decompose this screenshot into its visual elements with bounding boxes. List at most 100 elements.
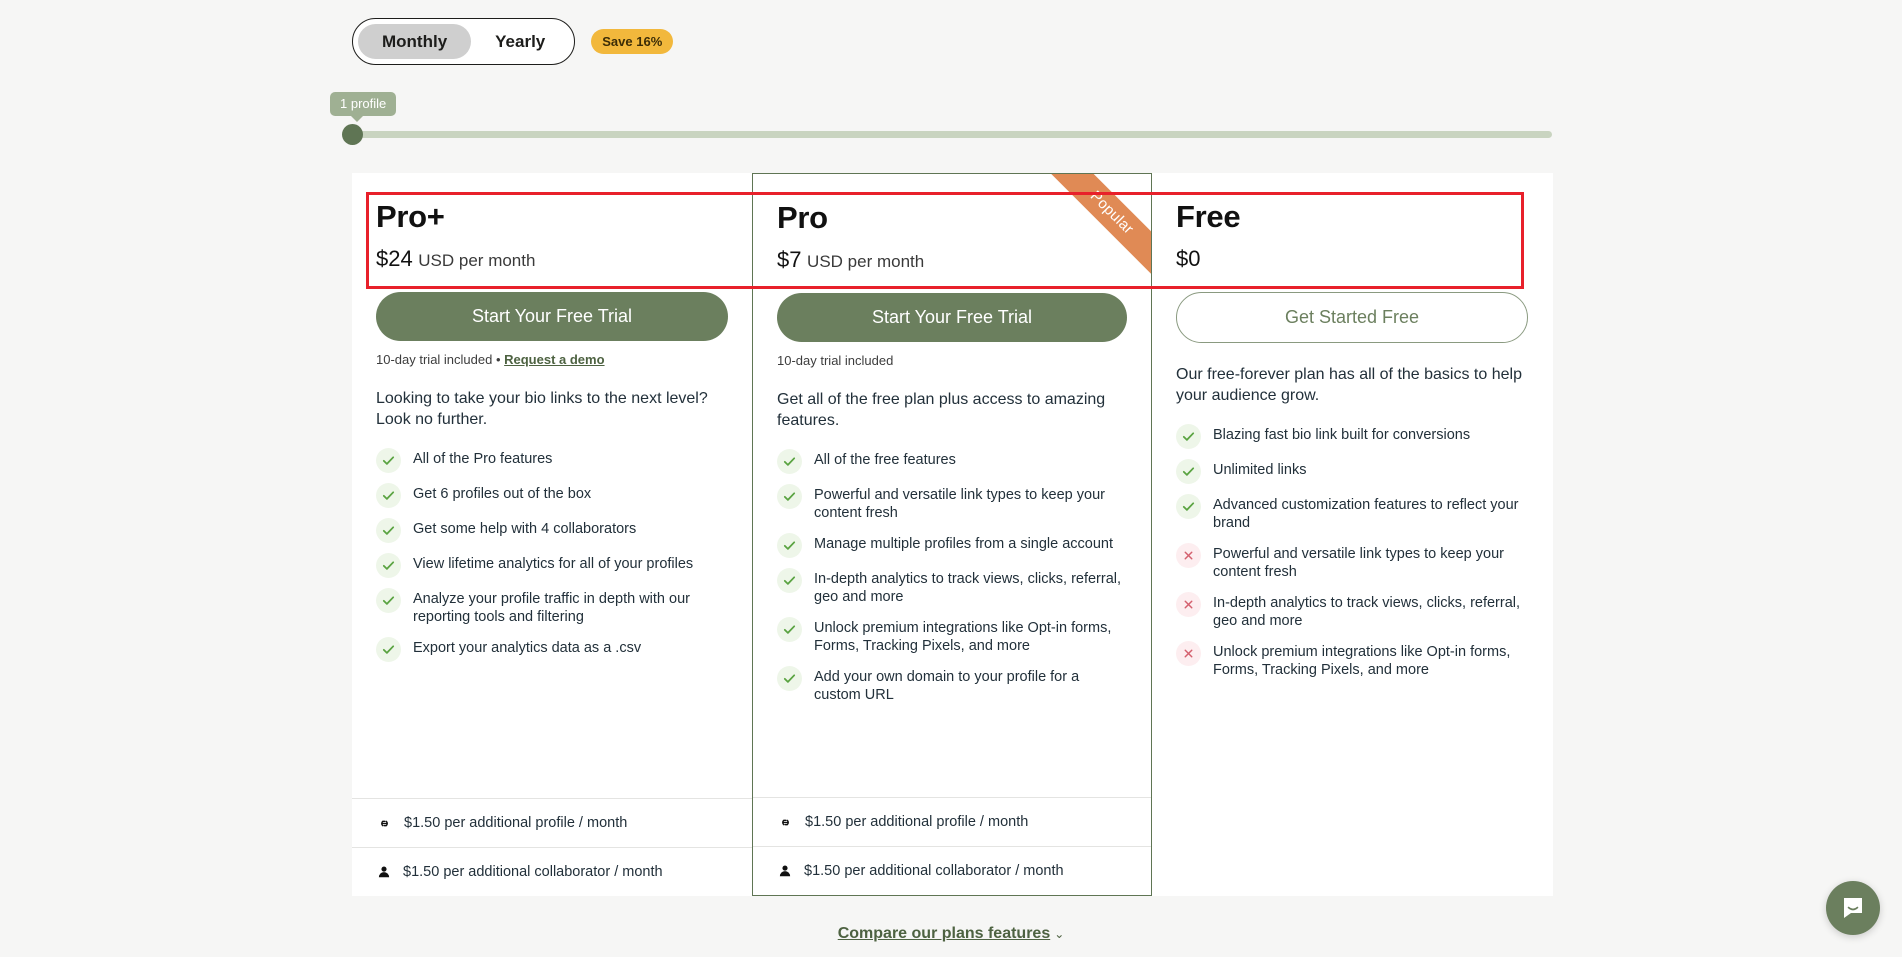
feature-label: Powerful and versatile link types to kee… xyxy=(1213,545,1504,581)
check-icon xyxy=(382,645,395,654)
addon-label: $1.50 per additional profile / month xyxy=(805,814,1029,830)
feature-label: Manage multiple profiles from a single a… xyxy=(814,535,1114,552)
plan-price-amount: $24 xyxy=(376,246,413,271)
plan-header: Pro+ $24 USD per month xyxy=(352,173,752,272)
slider-track[interactable] xyxy=(352,131,1552,138)
check-icon xyxy=(783,492,796,501)
plan-price: $24 USD per month xyxy=(376,246,728,272)
feature-item: View lifetime analytics for all of your … xyxy=(376,552,728,578)
plan-trial-text: 10-day trial included xyxy=(777,353,894,368)
feature-item: In-depth analytics to track views, click… xyxy=(777,567,1127,607)
addon-row: $1.50 per additional profile / month xyxy=(352,798,752,847)
feature-label: Blazing fast bio link built for conversi… xyxy=(1213,426,1471,443)
slider-value-tooltip: 1 profile xyxy=(330,92,397,122)
feature-item: Manage multiple profiles from a single a… xyxy=(777,532,1127,558)
plan-feature-list: All of the free features Powerful and ver… xyxy=(753,432,1151,797)
plan-cta-button[interactable]: Start Your Free Trial xyxy=(777,293,1127,342)
plan-trial-note: 10-day trial included xyxy=(777,353,1127,368)
feature-label: View lifetime analytics for all of your … xyxy=(413,555,694,572)
plan-cta-wrap: Start Your Free Trial 10-day trial includ… xyxy=(753,273,1151,368)
addon-spacer xyxy=(1152,798,1552,847)
check-icon-badge xyxy=(376,517,401,543)
billing-period-toggle-row: Monthly Yearly Save 16% xyxy=(352,18,674,65)
check-icon-badge xyxy=(1176,423,1201,449)
feature-label: Unlimited links xyxy=(1213,461,1307,478)
request-demo-link[interactable]: Request a demo xyxy=(504,352,604,367)
pricing-panel: Pro+ $24 USD per month Start Your Free Tri… xyxy=(352,173,1553,896)
feature-item: All of the Pro features xyxy=(376,447,728,473)
plan-price-amount: $0 xyxy=(1176,246,1201,271)
plan-cta-button[interactable]: Start Your Free Trial xyxy=(376,292,728,341)
check-icon-badge xyxy=(1176,493,1201,519)
addon-row: $1.50 per additional collaborator / mont… xyxy=(352,847,752,896)
plan-addons: $1.50 per additional profile / month $1.5… xyxy=(352,798,752,896)
cross-icon xyxy=(1184,551,1193,560)
check-icon xyxy=(783,576,796,585)
addon-row: $1.50 per additional collaborator / mont… xyxy=(753,846,1151,895)
feature-item: Analyze your profile traffic in depth wi… xyxy=(376,587,728,627)
plan-price: $7 USD per month xyxy=(777,247,1127,273)
check-icon-badge xyxy=(1176,458,1201,484)
check-icon xyxy=(382,526,395,535)
feature-label: Powerful and versatile link types to kee… xyxy=(814,486,1105,522)
slider-thumb[interactable] xyxy=(342,124,363,145)
feature-item: Powerful and versatile link types to kee… xyxy=(1176,542,1528,582)
check-icon xyxy=(1182,467,1195,476)
check-icon-badge xyxy=(376,552,401,578)
feature-item: In-depth analytics to track views, click… xyxy=(1176,591,1528,631)
plan-name: Free xyxy=(1176,199,1241,234)
link-icon xyxy=(782,819,789,825)
plan-addons: $1.50 per additional profile / month $1.5… xyxy=(753,797,1151,895)
check-icon-badge xyxy=(777,665,802,691)
cross-icon xyxy=(1184,600,1193,609)
plan-header: Pro $7 USD per month xyxy=(753,174,1151,273)
chat-launcher-button[interactable] xyxy=(1826,881,1880,935)
plan-card-free: Free $0 Get Started Free Our free-forever p… xyxy=(1152,173,1552,896)
plan-price-amount: $7 xyxy=(777,247,802,272)
check-icon xyxy=(783,625,796,634)
plan-price-period: USD per month xyxy=(418,251,536,270)
check-icon xyxy=(382,456,395,465)
save-badge: Save 16% xyxy=(591,29,674,54)
check-icon-badge xyxy=(777,532,802,558)
plan-price-period: USD per month xyxy=(807,252,925,271)
feature-label: Unlock premium integrations like Opt-in … xyxy=(1213,643,1511,679)
feature-item: Unlimited links xyxy=(1176,458,1528,484)
check-icon-badge xyxy=(777,483,802,509)
feature-item: Add your own domain to your profile for … xyxy=(777,665,1127,705)
plan-cta-button[interactable]: Get Started Free xyxy=(1176,292,1528,343)
cross-icon-badge xyxy=(1176,640,1201,666)
person-icon xyxy=(378,866,390,878)
addon-label: $1.50 per additional collaborator / mont… xyxy=(403,864,663,880)
plan-name: Pro xyxy=(777,200,828,235)
plan-description: Looking to take your bio links to the ne… xyxy=(376,390,708,428)
feature-item: All of the free features xyxy=(777,448,1127,474)
feature-item: Export your analytics data as a .csv xyxy=(376,636,728,662)
check-icon-badge xyxy=(376,447,401,473)
person-icon xyxy=(779,865,791,877)
compare-plans-link[interactable]: Compare our plans features xyxy=(838,925,1051,942)
feature-label: Analyze your profile traffic in depth wi… xyxy=(413,590,690,626)
cross-icon-badge xyxy=(1176,591,1201,617)
chat-bubble-icon xyxy=(1844,898,1862,918)
billing-period-segmented-control[interactable]: Monthly Yearly xyxy=(352,18,576,65)
feature-item: Get 6 profiles out of the box xyxy=(376,482,728,508)
addon-row: $1.50 per additional profile / month xyxy=(753,797,1151,846)
feature-item: Advanced customization features to refle… xyxy=(1176,493,1528,533)
billing-option-monthly[interactable]: Monthly xyxy=(358,24,472,59)
plan-cta-wrap: Get Started Free xyxy=(1152,272,1552,343)
billing-option-yearly[interactable]: Yearly xyxy=(471,24,569,59)
check-icon xyxy=(783,674,796,683)
check-icon xyxy=(382,491,395,500)
check-icon-badge xyxy=(376,482,401,508)
plan-name: Pro+ xyxy=(376,199,445,234)
plan-addons xyxy=(1152,798,1552,896)
check-icon-badge xyxy=(376,636,401,662)
feature-label: In-depth analytics to track views, click… xyxy=(1213,594,1521,630)
feature-label: All of the free features xyxy=(814,451,956,468)
plan-price: $0 xyxy=(1176,246,1528,272)
check-icon xyxy=(1182,432,1195,441)
plan-description: Get all of the free plan plus access to … xyxy=(777,391,1106,429)
chevron-down-icon[interactable]: ⌄ xyxy=(1054,927,1064,941)
check-icon xyxy=(783,541,796,550)
